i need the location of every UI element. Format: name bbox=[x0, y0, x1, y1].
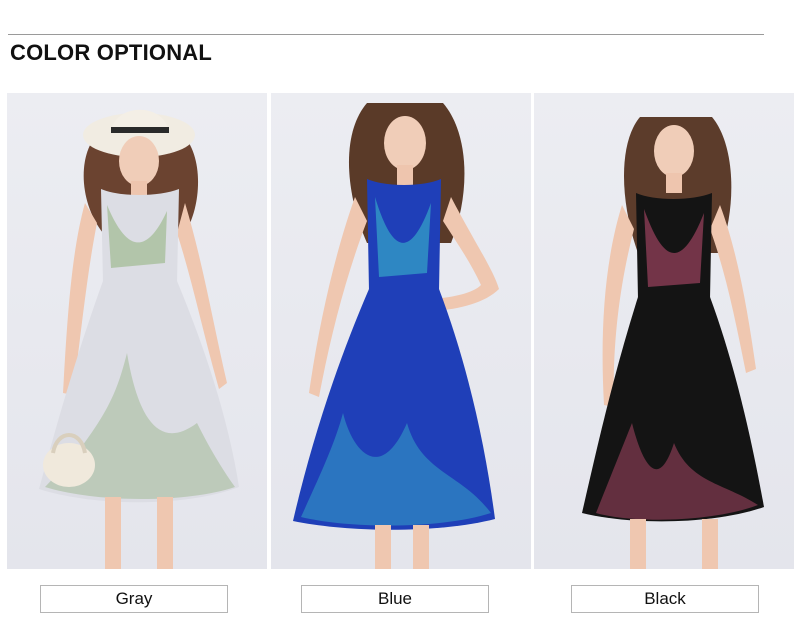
section-title: COLOR OPTIONAL bbox=[10, 40, 213, 65]
color-option-gray[interactable]: Gray bbox=[40, 585, 228, 613]
gray-dress-photo[interactable] bbox=[7, 93, 267, 569]
blue-dress-photo[interactable] bbox=[271, 93, 531, 569]
blue-dress-illustration bbox=[293, 103, 499, 569]
color-option-black[interactable]: Black bbox=[571, 585, 759, 613]
header-divider bbox=[8, 34, 764, 35]
black-dress-photo[interactable] bbox=[534, 93, 794, 569]
color-option-blue[interactable]: Blue bbox=[301, 585, 489, 613]
black-dress-illustration bbox=[582, 117, 764, 569]
gray-dress-illustration bbox=[39, 109, 239, 569]
